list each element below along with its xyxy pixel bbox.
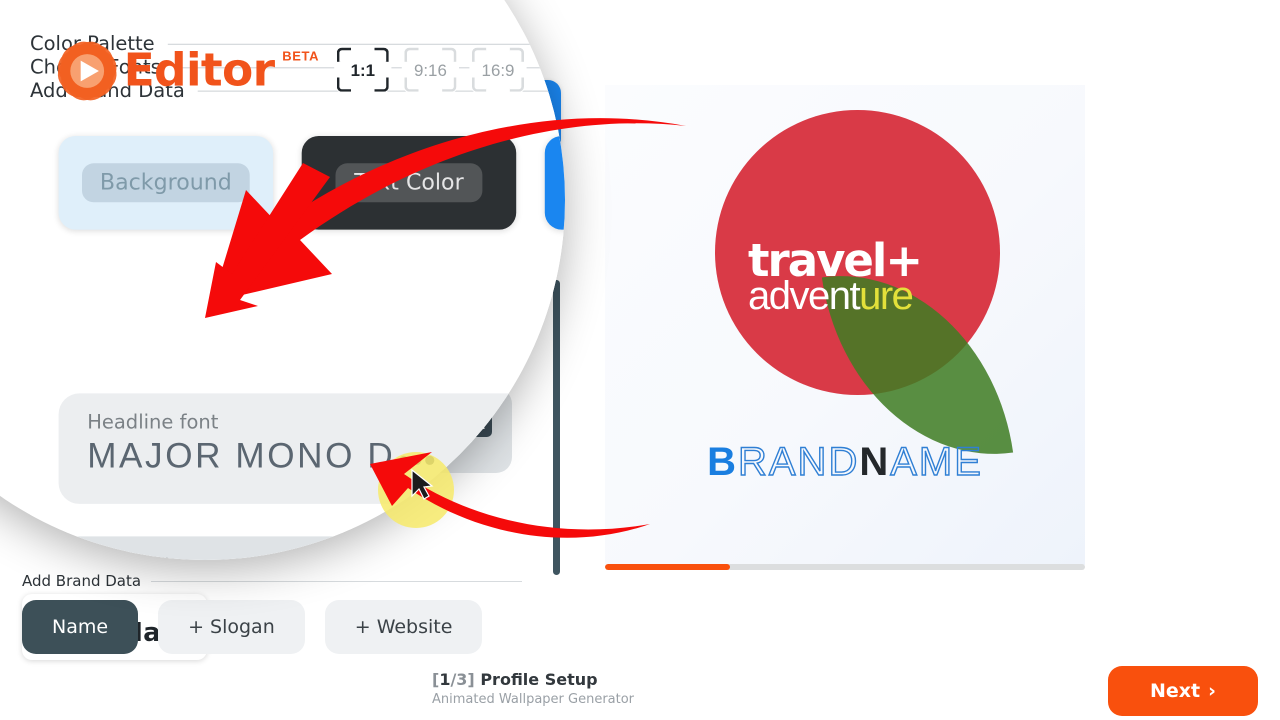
brand-chip-name[interactable]: Name [22, 600, 139, 654]
headline-font-row[interactable]: Headline font MAJOR MONO D A [58, 393, 565, 504]
logo-preview-canvas[interactable]: travel+ adventure BRANDNAME [605, 85, 1085, 565]
app-brand: Editor BETA [51, 35, 320, 107]
aspect-ratio-1-1-label: 1:1 [350, 59, 376, 80]
brand-chip-website-label: + Website [354, 616, 453, 638]
brandname-solid-letter: N [859, 440, 891, 484]
brand-chip-website[interactable]: + Website [324, 600, 483, 654]
divider [151, 580, 522, 582]
preview-brandname: BRANDNAME [605, 439, 1085, 485]
brand-chip-slogan[interactable]: + Slogan [158, 600, 305, 654]
aspect-ratio-group[interactable]: 1:1 9:16 16:9 [334, 45, 527, 95]
brand-chip-name-label: Name [52, 616, 109, 638]
add-brand-data-heading: Add Brand Data [22, 572, 522, 590]
text-font-row[interactable]: Text font Cutive Mono A [58, 536, 565, 560]
text-font-label: Text font [87, 553, 171, 560]
swatch-text-color-label: Text Color [336, 163, 482, 203]
brand-data-chips: Name + Slogan + Website [22, 600, 483, 654]
aspect-ratio-16-9[interactable]: 16:9 [469, 45, 527, 95]
chevron-right-icon: › [1208, 680, 1216, 702]
brandname-mid-left: RAND [737, 439, 860, 484]
editor-left-panel: Editor BETA 1:1 9:16 16:9 Color Palette [30, 32, 565, 560]
headline-font-label: Headline font [87, 410, 219, 434]
brandname-mid-right: AME [890, 439, 983, 484]
wizard-step-title: [1/3] Profile Setup [432, 670, 598, 689]
next-button[interactable]: Next › [1108, 666, 1258, 716]
travel-adventure-wordmark: travel+ adventure [748, 238, 958, 318]
swatch-text-color[interactable]: Text Color [301, 136, 517, 230]
logo-artwork: travel+ adventure [605, 85, 1085, 485]
play-flower-logo-icon [51, 35, 123, 107]
color-palette-swatches: Background Text Color Elements [58, 136, 565, 230]
wordmark-line-2: adventure [748, 273, 914, 318]
next-button-label: Next [1150, 680, 1201, 702]
app-title: Editor [123, 44, 275, 97]
brandname-first-letter: B [707, 440, 738, 484]
brand-chip-slogan-label: + Slogan [188, 616, 275, 638]
headline-font-value: MAJOR MONO D [87, 436, 435, 476]
render-progress-bar [605, 564, 1085, 570]
magnifier-lens: Editor BETA 1:1 9:16 16:9 Color Palette [0, 0, 565, 560]
wizard-footer: [1/3] Profile Setup Animated Wallpaper G… [410, 658, 1280, 720]
aspect-ratio-1-1[interactable]: 1:1 [334, 45, 392, 95]
magnifier-content: Editor BETA 1:1 9:16 16:9 Color Palette [30, 32, 565, 560]
add-brand-data-title: Add Brand Data [22, 572, 142, 590]
swatch-elements[interactable]: Elements [544, 136, 565, 230]
swatch-background-label: Background [81, 163, 250, 203]
beta-badge: BETA [282, 50, 320, 65]
wizard-subtitle: Animated Wallpaper Generator [432, 692, 635, 707]
render-progress-fill [605, 564, 730, 570]
swatch-background[interactable]: Background [58, 136, 274, 230]
aspect-ratio-9-16[interactable]: 9:16 [401, 45, 459, 95]
